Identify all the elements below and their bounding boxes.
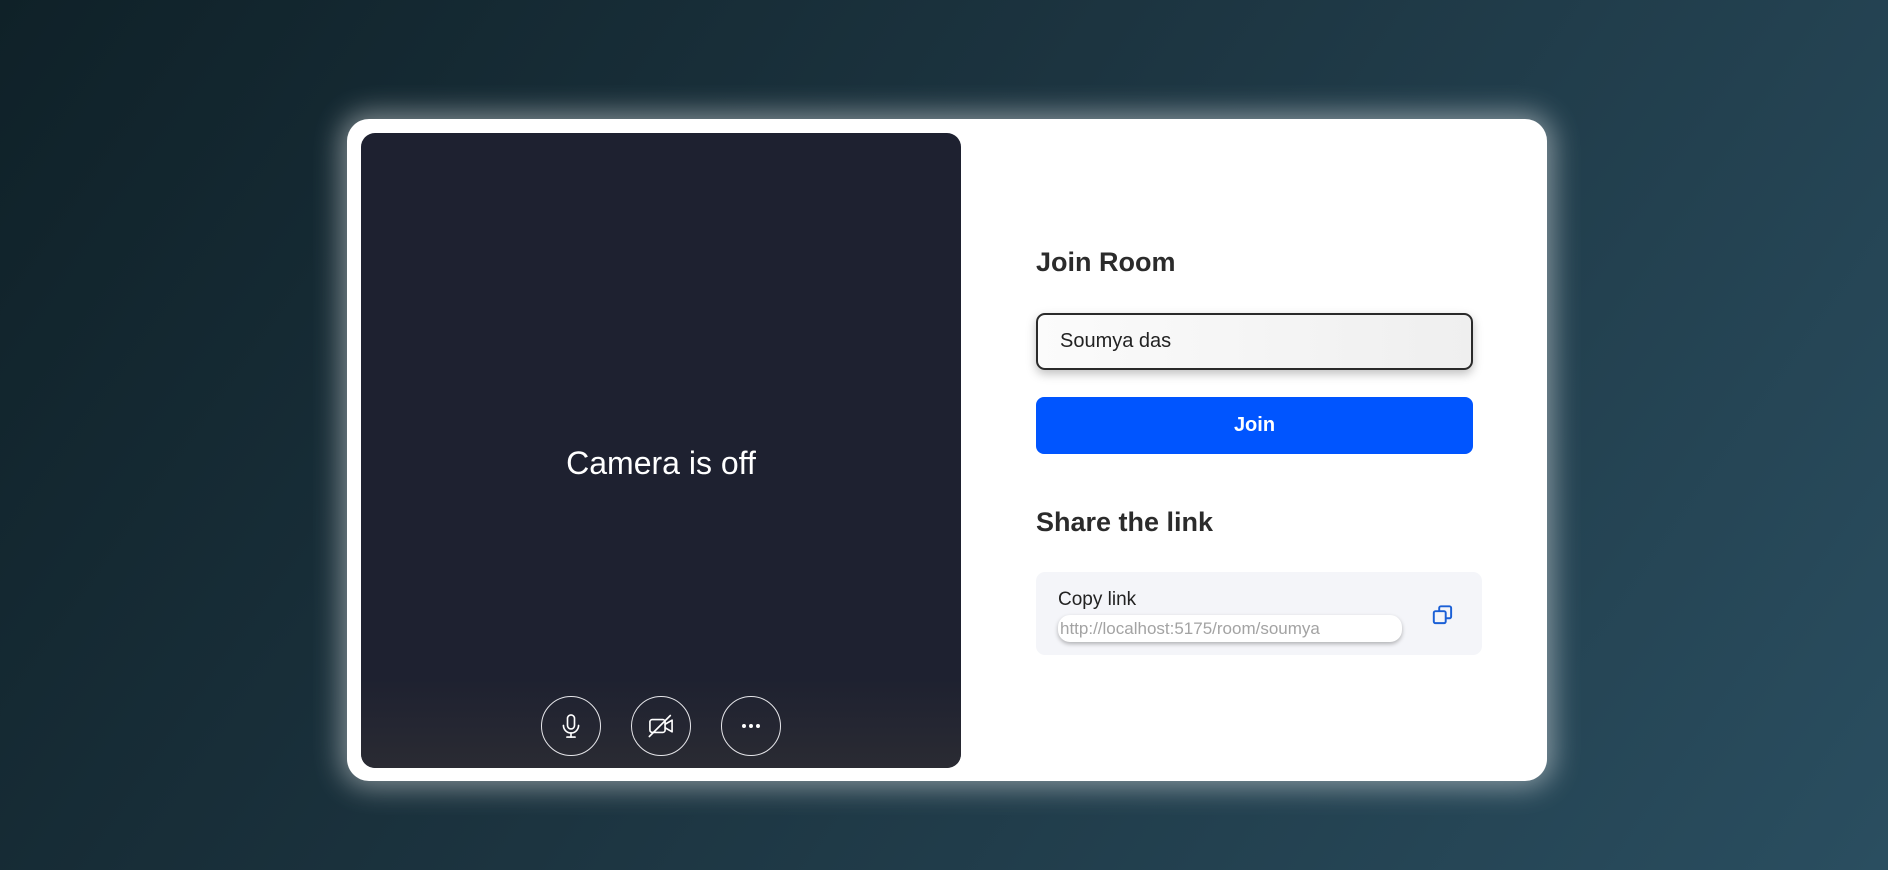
more-options-button[interactable]: [721, 696, 781, 756]
camera-off-icon: [648, 714, 673, 738]
join-button[interactable]: Join: [1036, 397, 1473, 454]
microphone-icon: [562, 714, 580, 738]
join-panel: Join Room Join Share the link Copy link: [1036, 119, 1496, 781]
join-room-title: Join Room: [1036, 247, 1176, 277]
camera-off-message: Camera is off: [566, 445, 756, 481]
camera-preview: Camera is off: [361, 133, 961, 768]
share-link-title: Share the link: [1036, 507, 1214, 537]
copy-link-label: Copy link: [1058, 589, 1137, 610]
join-room-card: Camera is off Join Room Soumya das Join …: [347, 119, 1547, 781]
camera-toggle-button[interactable]: [631, 696, 691, 756]
name-input[interactable]: [1036, 313, 1473, 370]
copy-icon[interactable]: [1430, 602, 1456, 628]
more-horizontal-icon: [742, 724, 760, 728]
microphone-button[interactable]: [541, 696, 601, 756]
media-controls: [361, 696, 961, 756]
room-link-field[interactable]: [1058, 615, 1402, 642]
share-link-box: Copy link: [1036, 572, 1482, 655]
